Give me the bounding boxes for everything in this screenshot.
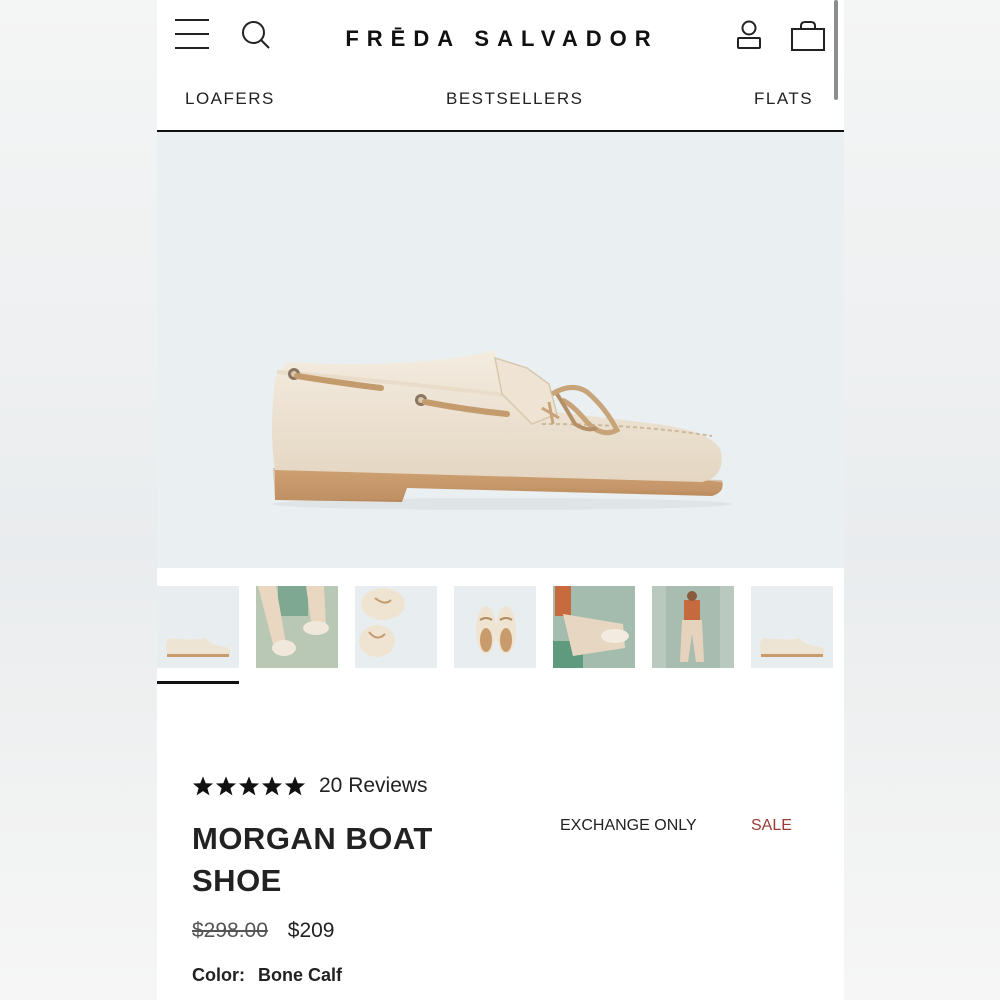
star-icon [215, 776, 237, 796]
star-rating [192, 775, 307, 797]
star-icon [284, 776, 306, 796]
price-row: $298.00 $209 [192, 919, 334, 943]
color-row: Color: Bone Calf [192, 965, 342, 986]
rating-row[interactable]: 20 Reviews [192, 770, 428, 802]
star-icon [238, 776, 260, 796]
brand-logo[interactable]: FRĒDA SALVADOR [337, 22, 667, 56]
exchange-only-label: EXCHANGE ONLY [560, 817, 697, 834]
account-icon[interactable] [735, 20, 763, 50]
boat-shoe-image [272, 350, 732, 510]
nav-loafers[interactable]: LOAFERS [185, 89, 275, 109]
product-hero-image[interactable] [157, 132, 844, 568]
mobile-screen: FRĒDA SALVADOR LOAFERS BESTSELLERS FLATS [157, 0, 844, 1000]
product-title: MORGAN BOAT SHOE [192, 821, 433, 898]
thumbnail-5[interactable] [553, 586, 635, 668]
star-icon [192, 776, 214, 796]
nav-flats[interactable]: FLATS [754, 89, 813, 109]
category-nav: LOAFERS BESTSELLERS FLATS [157, 76, 844, 132]
active-thumbnail-indicator [157, 681, 239, 684]
color-value: Bone Calf [258, 965, 343, 985]
color-label: Color: [192, 965, 245, 985]
search-icon[interactable] [241, 20, 271, 50]
menu-icon[interactable] [175, 19, 209, 49]
reviews-link[interactable]: 20 Reviews [319, 774, 428, 798]
background-right [844, 0, 1000, 1000]
background-left [0, 0, 157, 1000]
sale-price: $209 [287, 919, 335, 942]
thumbnail-6[interactable] [652, 586, 734, 668]
thumbnail-strip [157, 586, 844, 686]
thumbnail-2[interactable] [256, 586, 338, 668]
original-price: $298.00 [192, 919, 268, 942]
star-icon [261, 776, 283, 796]
shopping-bag-icon[interactable] [790, 20, 826, 52]
nav-bestsellers[interactable]: BESTSELLERS [446, 89, 583, 109]
thumbnail-7[interactable] [751, 586, 833, 668]
sale-badge: SALE [751, 817, 792, 834]
thumbnail-4[interactable] [454, 586, 536, 668]
thumbnail-3[interactable] [355, 586, 437, 668]
site-header: FRĒDA SALVADOR [157, 0, 844, 100]
thumbnail-1[interactable] [157, 586, 239, 668]
